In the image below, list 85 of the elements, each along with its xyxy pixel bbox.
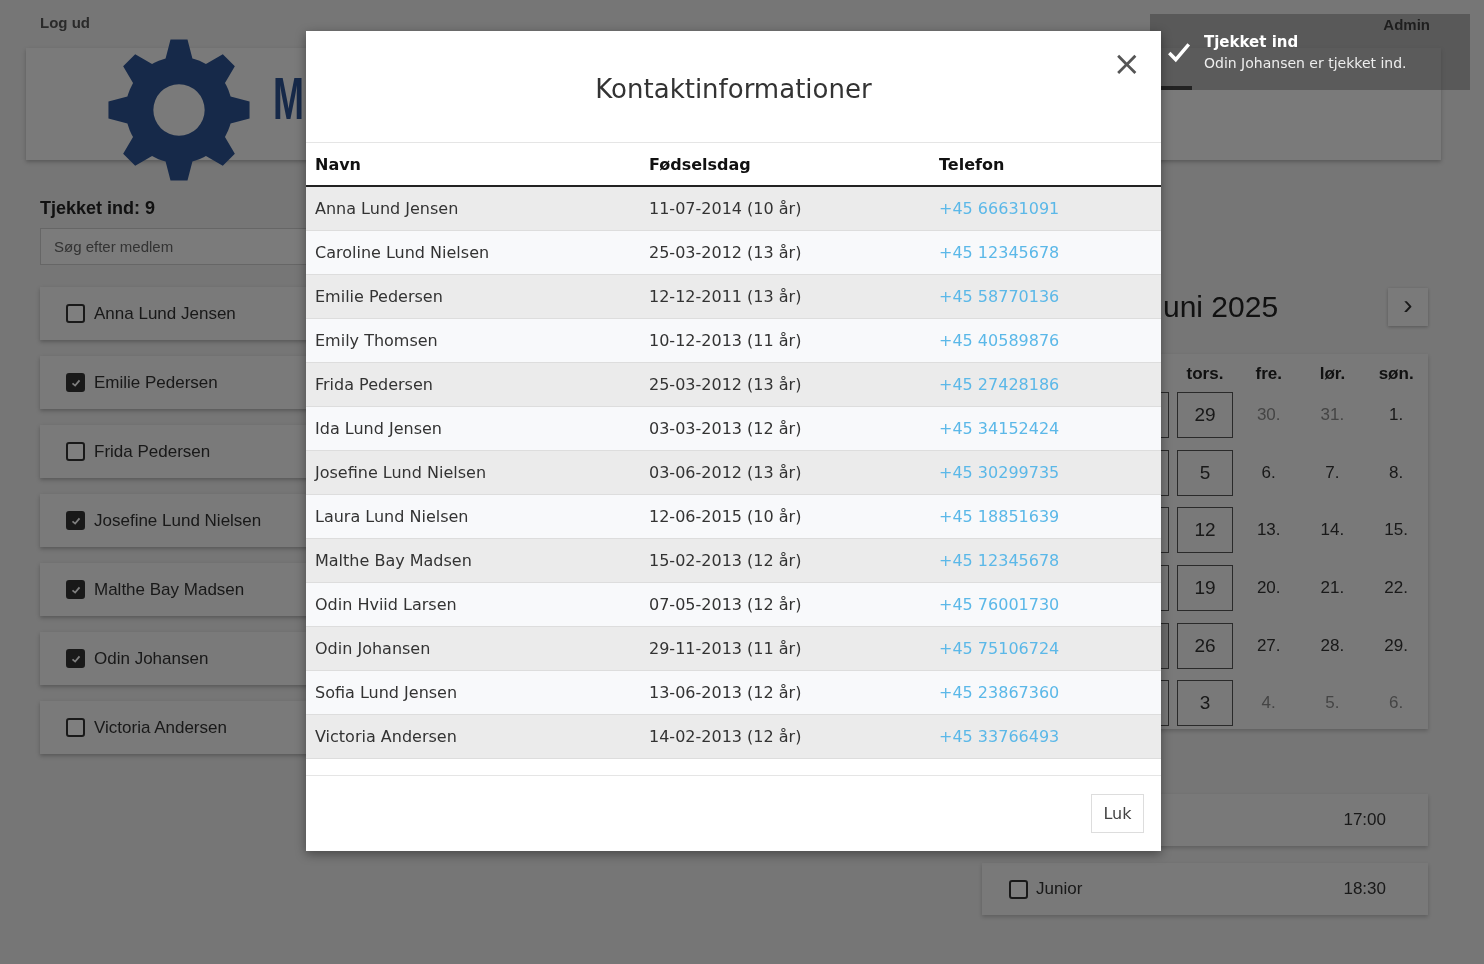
member-name: Malthe Bay Madsen xyxy=(94,579,245,600)
close-button[interactable]: × xyxy=(1108,45,1145,81)
day-cell[interactable]: 12 xyxy=(1177,507,1233,554)
phone-link[interactable]: +45 23867360 xyxy=(939,683,1060,702)
day-cell[interactable]: 19 xyxy=(1177,564,1233,611)
day-number[interactable]: 29. xyxy=(1384,635,1408,656)
checkbox[interactable] xyxy=(66,718,85,737)
member-name: Emilie Pedersen xyxy=(94,372,218,393)
member-name: Victoria Andersen xyxy=(94,717,227,738)
table-cell: 29-11-2013 (11 år) xyxy=(649,639,802,658)
logout-link[interactable]: Log ud xyxy=(40,14,90,48)
table-cell: Frida Pedersen xyxy=(315,375,433,394)
column-header: Navn xyxy=(315,154,362,174)
day-number[interactable]: 8. xyxy=(1389,462,1404,483)
month-title: uni 2025 xyxy=(1163,290,1279,324)
checkbox[interactable] xyxy=(66,580,85,599)
day-number[interactable]: 14. xyxy=(1320,520,1345,541)
logo-text: M xyxy=(273,63,304,133)
phone-link[interactable]: +45 40589876 xyxy=(939,331,1060,350)
day-number[interactable]: 20. xyxy=(1256,577,1281,598)
table-cell: 11-07-2014 (10 år) xyxy=(649,199,802,218)
day-cell[interactable]: 3 xyxy=(1177,680,1233,727)
next-month-button[interactable]: › xyxy=(1388,288,1428,326)
table-cell: Anna Lund Jensen xyxy=(315,199,459,218)
table-cell: 25-03-2012 (13 år) xyxy=(649,375,802,394)
checked-in-count: Tjekket ind: 9 xyxy=(40,198,156,220)
member-name: Frida Pedersen xyxy=(94,441,211,462)
table-cell: Victoria Andersen xyxy=(315,727,457,746)
table-cell: 07-05-2013 (12 år) xyxy=(649,595,802,614)
gear-icon xyxy=(105,36,253,184)
phone-link[interactable]: +45 12345678 xyxy=(939,243,1060,262)
checkbox[interactable] xyxy=(66,649,85,668)
modal-title: Kontaktinformationer xyxy=(595,73,872,104)
table-cell: 25-03-2012 (13 år) xyxy=(649,243,802,262)
table-cell: Odin Hviid Larsen xyxy=(315,595,457,614)
checkbox[interactable] xyxy=(66,511,85,530)
close-button[interactable]: Luk xyxy=(1091,794,1144,833)
session-time: 18:30 xyxy=(1343,879,1386,899)
table-cell: Sofia Lund Jensen xyxy=(315,683,458,702)
day-number[interactable]: 22. xyxy=(1384,577,1408,598)
column-header: Fødselsdag xyxy=(649,154,752,174)
day-number[interactable]: 21. xyxy=(1320,577,1345,598)
phone-link[interactable]: +45 34152424 xyxy=(939,419,1060,438)
checkbox[interactable] xyxy=(66,442,85,461)
day-cell[interactable]: 26 xyxy=(1177,622,1233,669)
session-time: 17:00 xyxy=(1343,810,1386,830)
column-header: Telefon xyxy=(939,154,1006,174)
member-name: Anna Lund Jensen xyxy=(94,303,236,324)
table-cell: Emilie Pedersen xyxy=(315,287,443,306)
table-cell: 03-06-2012 (13 år) xyxy=(649,463,802,482)
member-name: Josefine Lund Nielsen xyxy=(94,510,262,531)
day-number[interactable]: 28. xyxy=(1320,635,1345,656)
day-number[interactable]: 1. xyxy=(1389,404,1404,425)
weekday-label: tors. xyxy=(1186,364,1224,385)
day-cell[interactable]: 5 xyxy=(1177,449,1233,496)
day-number[interactable]: 6. xyxy=(1261,462,1276,483)
phone-link[interactable]: +45 18851639 xyxy=(939,507,1060,526)
table-cell: 15-02-2013 (12 år) xyxy=(649,551,802,570)
table-cell: 03-03-2013 (12 år) xyxy=(649,419,802,438)
session-card[interactable]: Junior 18:30 xyxy=(982,863,1428,915)
day-number[interactable]: 7. xyxy=(1325,462,1340,483)
table-cell: 13-06-2013 (12 år) xyxy=(649,683,802,702)
toast-title: Tjekket ind xyxy=(1204,33,1300,51)
table-cell: 14-02-2013 (12 år) xyxy=(649,727,802,746)
checkbox[interactable] xyxy=(66,304,85,323)
day-number[interactable]: 27. xyxy=(1256,635,1281,656)
table-cell: Caroline Lund Nielsen xyxy=(315,243,490,262)
checkbox[interactable] xyxy=(1009,879,1028,899)
session-name: Junior xyxy=(1036,879,1083,899)
table-cell: 12-12-2011 (13 år) xyxy=(649,287,802,306)
checkbox[interactable] xyxy=(66,373,85,392)
table-cell: Laura Lund Nielsen xyxy=(315,507,469,526)
phone-link[interactable]: +45 76001730 xyxy=(939,595,1060,614)
day-number[interactable]: 13. xyxy=(1256,520,1281,541)
table-cell: Odin Johansen xyxy=(315,639,431,658)
table-cell: 12-06-2015 (10 år) xyxy=(649,507,802,526)
weekday-label: fre. xyxy=(1255,364,1282,385)
day-cell[interactable]: 29 xyxy=(1177,391,1233,438)
user-name: Admin xyxy=(1383,15,1430,35)
day-number[interactable]: 15. xyxy=(1384,520,1408,541)
weekday-label: søn. xyxy=(1378,364,1414,385)
toast-message: Odin Johansen er tjekket ind. xyxy=(1204,55,1407,71)
weekday-label: lør. xyxy=(1319,364,1346,385)
member-name: Odin Johansen xyxy=(94,648,209,669)
table-cell: 10-12-2013 (11 år) xyxy=(649,331,802,350)
